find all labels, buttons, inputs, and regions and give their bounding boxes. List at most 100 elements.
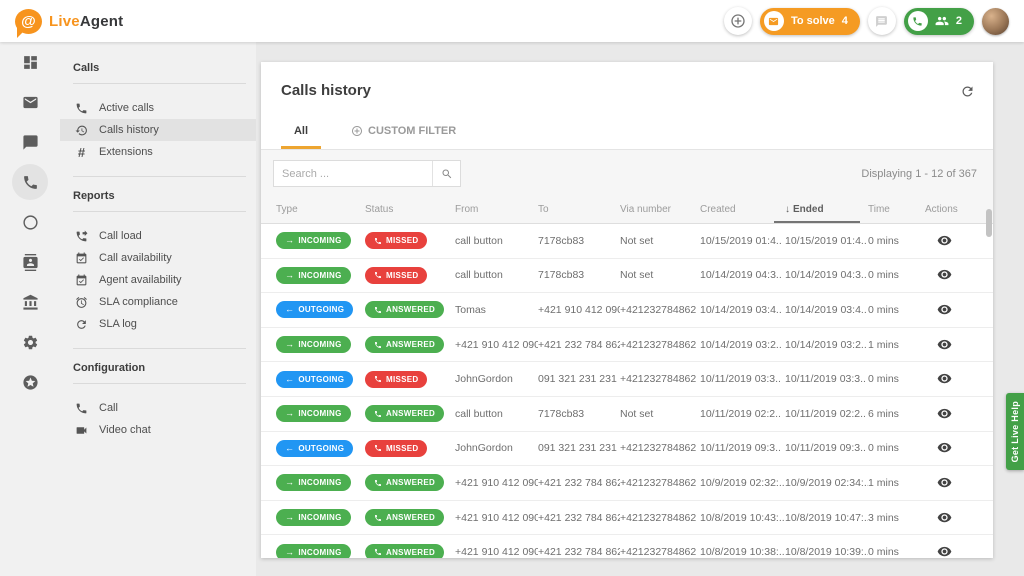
cell-time: 3 mins <box>868 511 899 524</box>
rail-item-settings[interactable] <box>0 322 60 362</box>
sidebar-item-call-load[interactable]: Call load <box>60 225 256 247</box>
cell-created: 10/14/2019 04:3.. <box>700 269 782 282</box>
sort-desc-icon: ↓ <box>785 204 790 215</box>
online-visitors-icon <box>22 214 38 230</box>
rail-item-gamification[interactable] <box>0 362 60 402</box>
view-call-button[interactable] <box>935 369 954 388</box>
sidebar-item-active-calls[interactable]: Active calls <box>60 97 256 119</box>
view-call-button[interactable] <box>935 404 954 423</box>
refresh-icon <box>77 319 86 329</box>
call-row[interactable]: ← OUTGOING MISSED JohnGordon 091 321 231 231… <box>261 431 993 467</box>
call-row[interactable]: → INCOMING ANSWERED call button 7178cb83 Not … <box>261 396 993 432</box>
cell-from: call button <box>455 234 503 247</box>
rail-item-portal[interactable] <box>0 282 60 322</box>
liveagent-logo[interactable]: @ LiveAgent <box>15 8 123 38</box>
calls-icon <box>23 175 37 189</box>
table-scrollbar[interactable] <box>986 209 992 237</box>
sidebar-item-call-availability[interactable]: Call availability <box>60 247 256 269</box>
app-rail <box>0 42 60 576</box>
alarm-icon <box>76 296 87 308</box>
tab-bar: All CUSTOM FILTER <box>261 117 993 150</box>
pagination-status: Displaying 1 - 12 of 367 <box>861 167 977 180</box>
direction-arrow-icon: ← <box>285 373 295 384</box>
call-row[interactable]: → INCOMING ANSWERED +421 910 412 090 +421 23… <box>261 500 993 536</box>
column-header-actions[interactable]: Actions <box>925 196 993 223</box>
cell-actions <box>925 265 993 285</box>
view-call-button[interactable] <box>935 265 954 284</box>
call-row[interactable]: ← OUTGOING MISSED JohnGordon 091 321 231 231… <box>261 362 993 397</box>
tab-all[interactable]: All <box>281 117 321 149</box>
call-type-badge: ← OUTGOING <box>276 301 354 319</box>
add-button[interactable] <box>723 7 752 35</box>
column-header-created[interactable]: Created <box>700 196 785 223</box>
rail-item-online-visitors[interactable] <box>0 202 60 242</box>
column-header-time[interactable]: Time <box>868 196 925 223</box>
sidebar-item-extensions[interactable]: # Extensions <box>60 141 256 163</box>
cell-via-number: +421232784862 <box>620 373 697 386</box>
search-button[interactable] <box>432 161 460 186</box>
call-row[interactable]: → INCOMING MISSED call button 7178cb83 Not se… <box>261 258 993 294</box>
sidebar-item-video-chat[interactable]: Video chat <box>60 419 256 441</box>
rail-item-dashboard[interactable] <box>0 42 60 82</box>
to-solve-button[interactable]: To solve 4 <box>759 7 860 35</box>
divider <box>73 211 246 212</box>
cell-type: → INCOMING <box>276 509 365 527</box>
eye-icon <box>937 339 952 349</box>
column-header-from[interactable]: From <box>455 196 538 223</box>
call-row[interactable]: → INCOMING ANSWERED +421 910 412 090 +421 23… <box>261 327 993 363</box>
rail-item-tickets[interactable] <box>0 82 60 122</box>
view-call-button[interactable] <box>935 231 954 250</box>
column-header-type[interactable]: Type <box>276 196 365 223</box>
rail-item-calls[interactable] <box>0 162 60 202</box>
divider <box>73 383 246 384</box>
view-call-button[interactable] <box>935 335 954 354</box>
calls-status-button[interactable]: 2 <box>903 7 974 35</box>
event-available-icon <box>76 252 87 263</box>
divider <box>73 83 246 84</box>
cell-via-number: +421232784862 <box>620 546 697 558</box>
sidebar-item-label: Calls history <box>99 124 159 136</box>
column-header-status[interactable]: Status <box>365 196 455 223</box>
sidebar-item-call-config[interactable]: Call <box>60 397 256 419</box>
sidebar-item-sla-compliance[interactable]: SLA compliance <box>60 291 256 313</box>
rail-item-contacts[interactable] <box>0 242 60 282</box>
cell-to: 7178cb83 <box>538 407 585 420</box>
card-header: Calls history <box>261 62 993 101</box>
sidebar-item-calls-history[interactable]: Calls history <box>60 119 256 141</box>
view-call-button[interactable] <box>935 300 954 319</box>
sidebar-item-sla-log[interactable]: SLA log <box>60 313 256 335</box>
eye-icon <box>937 512 952 522</box>
divider <box>73 348 246 349</box>
cell-to: +421 232 784 862 <box>538 546 620 558</box>
event-available-icon <box>76 274 87 285</box>
cell-type: → INCOMING <box>276 474 365 492</box>
search-input[interactable] <box>274 161 432 186</box>
cell-status: ANSWERED <box>365 543 455 558</box>
sidebar-item-agent-availability[interactable]: Agent availability <box>60 269 256 291</box>
view-call-button[interactable] <box>935 473 954 492</box>
call-row[interactable]: → INCOMING ANSWERED +421 910 412 090 +421 23… <box>261 466 993 501</box>
refresh-button[interactable] <box>958 82 977 101</box>
user-avatar[interactable] <box>982 7 1009 35</box>
filter-bar: Displaying 1 - 12 of 367 <box>261 150 993 196</box>
view-call-button[interactable] <box>935 508 954 527</box>
cell-actions <box>925 438 993 458</box>
nav-section-title: Reports <box>73 190 115 202</box>
column-header-to[interactable]: To <box>538 196 620 223</box>
cell-from: call button <box>455 407 503 420</box>
column-header-via-number[interactable]: Via number <box>620 196 700 223</box>
call-row[interactable]: → INCOMING MISSED call button 7178cb83 Not se… <box>261 224 993 259</box>
nav-section-title: Calls <box>73 62 100 74</box>
call-row[interactable]: ← OUTGOING ANSWERED Tomas +421 910 412 090 +4… <box>261 293 993 328</box>
column-header-ended[interactable]: ↓ Ended <box>774 196 868 223</box>
chat-toggle-button[interactable] <box>867 7 896 35</box>
get-live-help-button[interactable]: Get Live Help <box>1006 393 1024 470</box>
call-type-badge: → INCOMING <box>276 336 351 354</box>
tab-custom-filter[interactable]: CUSTOM FILTER <box>345 117 462 149</box>
cell-via-number: Not set <box>620 407 654 420</box>
view-call-button[interactable] <box>935 542 954 558</box>
rail-item-chats[interactable] <box>0 122 60 162</box>
call-row[interactable]: → INCOMING ANSWERED +421 910 412 090 +421 23… <box>261 535 993 558</box>
direction-arrow-icon: → <box>285 235 295 246</box>
view-call-button[interactable] <box>935 438 954 457</box>
